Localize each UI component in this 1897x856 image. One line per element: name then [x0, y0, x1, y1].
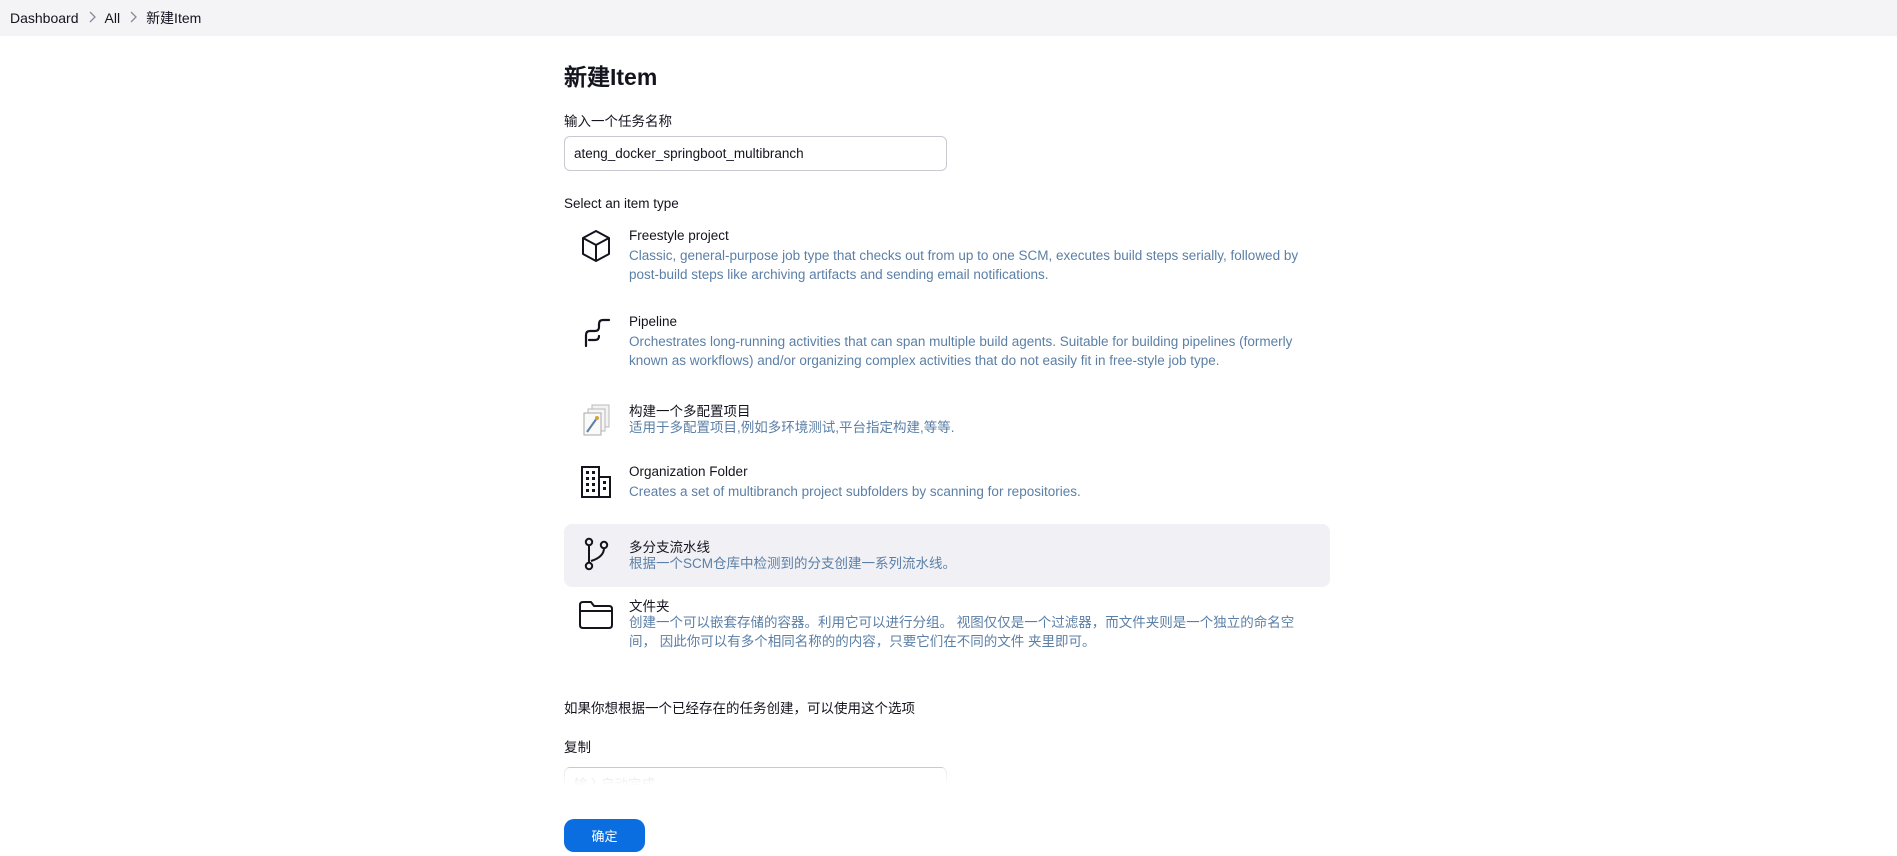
bottom-action-bar: [0, 768, 1897, 856]
item-type-pipeline[interactable]: Pipeline Orchestrates long-running activ…: [564, 310, 1330, 390]
multi-config-icon: [578, 402, 614, 438]
item-name-label: 输入一个任务名称: [564, 114, 672, 129]
folder-icon: [578, 597, 614, 633]
chevron-right-icon: [120, 10, 146, 26]
item-type-folder[interactable]: 文件夹 创建一个可以嵌套存储的容器。利用它可以进行分组。 视图仅仅是一个过滤器，…: [564, 591, 1330, 671]
item-type-multi-config[interactable]: 构建一个多配置项目 适用于多配置项目,例如多环境测试,平台指定构建,等等.: [564, 396, 1330, 456]
breadcrumb-item-new-item[interactable]: 新建Item: [146, 8, 201, 28]
item-type-description: Classic, general-purpose job type that c…: [629, 248, 1299, 282]
item-type-organization-folder[interactable]: Organization Folder Creates a set of mul…: [564, 460, 1330, 520]
item-type-name: Pipeline: [629, 314, 678, 329]
item-name-input[interactable]: [564, 136, 947, 171]
item-type-heading: Select an item type: [564, 196, 679, 211]
breadcrumb-item-all[interactable]: All: [105, 10, 121, 26]
chevron-right-icon: [79, 10, 105, 26]
item-type-name: 构建一个多配置项目: [629, 404, 751, 419]
page-title: 新建Item: [564, 64, 658, 90]
breadcrumb: Dashboard All 新建Item: [0, 0, 1897, 36]
item-type-name: Freestyle project: [629, 228, 729, 243]
copy-hint: 如果你想根据一个已经存在的任务创建，可以使用这个选项: [564, 701, 915, 716]
item-type-freestyle[interactable]: Freestyle project Classic, general-purpo…: [564, 224, 1330, 304]
item-type-description: 适用于多配置项目,例如多环境测试,平台指定构建,等等.: [629, 420, 955, 435]
item-type-description: Orchestrates long-running activities tha…: [629, 334, 1293, 368]
cube-icon: [578, 228, 614, 264]
ok-button[interactable]: 确定: [564, 819, 645, 852]
item-type-description: 创建一个可以嵌套存储的容器。利用它可以进行分组。 视图仅仅是一个过滤器，而文件夹…: [629, 615, 1295, 649]
item-type-description: 根据一个SCM仓库中检测到的分支创建一系列流水线。: [629, 556, 956, 571]
item-type-multibranch-pipeline[interactable]: 多分支流水线 根据一个SCM仓库中检测到的分支创建一系列流水线。: [564, 524, 1330, 587]
item-type-name: 多分支流水线: [629, 540, 710, 555]
item-type-description: Creates a set of multibranch project sub…: [629, 484, 1081, 499]
pipeline-icon: [578, 316, 614, 352]
copy-label: 复制: [564, 740, 591, 755]
branch-icon: [578, 536, 614, 572]
item-type-name: 文件夹: [629, 599, 670, 614]
breadcrumb-item-dashboard[interactable]: Dashboard: [10, 10, 79, 26]
building-icon: [578, 464, 614, 500]
item-type-name: Organization Folder: [629, 464, 748, 479]
